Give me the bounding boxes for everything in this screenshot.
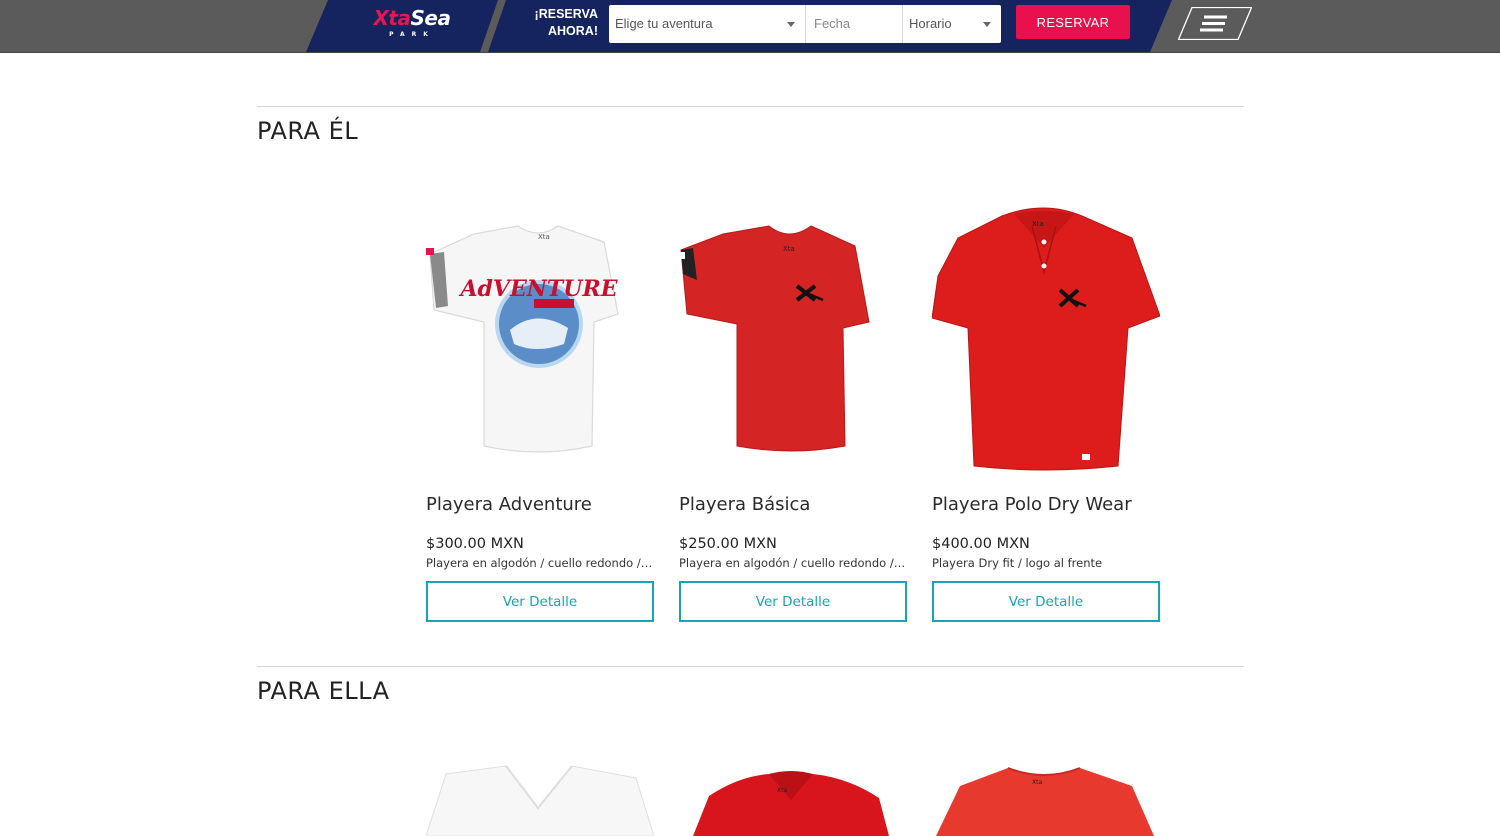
product-name[interactable]: Playera Básica	[679, 494, 919, 515]
product-description: Playera en algodón / cuello redondo / lo…	[679, 556, 907, 570]
reserva-label: ¡RESERVA AHORA!	[534, 7, 598, 38]
logo-subtitle: PARK	[389, 31, 435, 38]
time-select[interactable]: Horario	[903, 5, 1001, 43]
section-title-ella: PARA ELLA	[257, 677, 390, 705]
svg-text:Xta: Xta	[783, 245, 795, 253]
product-image[interactable]: Xta	[679, 756, 907, 836]
hamburger-menu-icon	[1177, 6, 1253, 41]
view-detail-button[interactable]: Ver Detalle	[679, 581, 907, 622]
product-card: Xta Playera Básica $250.00 MXN Playera e…	[679, 196, 907, 622]
adventure-select[interactable]: Elige tu aventura	[609, 5, 806, 43]
product-image[interactable]: Xta	[932, 196, 1160, 478]
xtasea-logo[interactable]: XtaSea PARK	[367, 7, 457, 38]
svg-text:Xta: Xta	[1032, 779, 1042, 786]
svg-text:Xta: Xta	[1032, 220, 1044, 228]
product-description: Playera Dry fit / logo al frente	[932, 556, 1103, 570]
svg-text:AdVENTURE: AdVENTURE	[458, 276, 618, 302]
product-image[interactable]: Xta	[679, 196, 907, 478]
white-tshirt-icon: AdVENTURE Xta	[426, 225, 619, 453]
menu-button[interactable]	[1177, 6, 1253, 41]
product-name[interactable]: Playera Adventure	[426, 494, 666, 515]
red-polo-icon: Xta	[932, 207, 1160, 471]
red-tshirt-icon: Xta	[679, 225, 870, 452]
product-price: $300.00 MXN	[426, 536, 524, 552]
product-name[interactable]: Playera Polo Dry Wear	[932, 494, 1172, 515]
site-header: XtaSea PARK ¡RESERVA AHORA! Elige tu ave…	[0, 0, 1500, 53]
product-image[interactable]: AdVENTURE Xta	[426, 196, 654, 478]
product-price: $250.00 MXN	[679, 536, 777, 552]
product-card: Xta Playera Polo Dry Wear $400.00 MXN Pl…	[932, 196, 1160, 622]
svg-text:Xta: Xta	[777, 787, 787, 794]
red-polo-women-icon: Xta	[693, 771, 889, 836]
chevron-down-icon	[983, 22, 991, 27]
product-image[interactable]: Xta	[932, 756, 1160, 836]
product-image[interactable]	[426, 756, 654, 836]
date-field[interactable]: Fecha	[806, 5, 903, 43]
red-tshirt-women-icon: Xta	[936, 767, 1154, 836]
product-card: AdVENTURE Xta Playera Adventure $300.00 …	[426, 196, 654, 622]
section-divider	[257, 666, 1244, 667]
white-vneck-icon	[426, 765, 654, 836]
section-title-el: PARA ÉL	[257, 117, 359, 145]
product-price: $400.00 MXN	[932, 536, 1030, 552]
product-description: Playera en algodón / cuello redondo / lo…	[426, 556, 654, 570]
logo-wordmark: XtaSea	[373, 6, 451, 30]
view-detail-button[interactable]: Ver Detalle	[426, 581, 654, 622]
chevron-down-icon	[787, 22, 795, 27]
svg-text:Xta: Xta	[538, 233, 550, 241]
booking-form: Elige tu aventura Fecha Horario	[609, 5, 1001, 43]
reserve-button[interactable]: RESERVAR	[1016, 5, 1130, 39]
section-divider	[257, 106, 1244, 107]
view-detail-button[interactable]: Ver Detalle	[932, 581, 1160, 622]
